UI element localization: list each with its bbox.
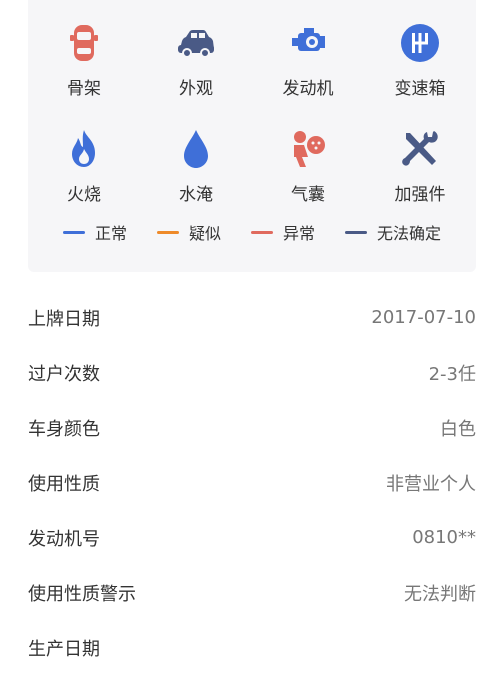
detail-label: 过户次数 xyxy=(28,363,100,385)
fire-icon xyxy=(61,126,107,172)
car-frame-icon xyxy=(61,20,107,66)
inspection-item-reinforcement[interactable]: 加强件 xyxy=(364,120,476,212)
water-drop-icon xyxy=(173,126,219,172)
inspection-item-label: 火烧 xyxy=(67,185,101,205)
inspection-item-label: 水淹 xyxy=(179,185,213,205)
detail-label: 使用性质 xyxy=(28,473,100,495)
detail-value: 2017-07-10 xyxy=(371,307,476,328)
legend-item-normal: 正常 xyxy=(62,220,127,244)
detail-value: 非营业个人 xyxy=(386,473,476,495)
inspection-item-frame[interactable]: 骨架 xyxy=(28,14,140,106)
legend-label: 无法确定 xyxy=(377,224,442,243)
detail-label: 车身颜色 xyxy=(28,418,100,440)
inspection-item-label: 变速箱 xyxy=(394,79,446,99)
inspection-item-airbag[interactable]: 气囊 xyxy=(252,120,364,212)
inspection-item-flood[interactable]: 水淹 xyxy=(140,120,252,212)
inspection-item-exterior[interactable]: 外观 xyxy=(140,14,252,106)
detail-label: 生产日期 xyxy=(28,638,100,660)
detail-value: 2-3任 xyxy=(428,363,476,385)
legend-line-suspected xyxy=(156,230,179,234)
detail-value: 0810** xyxy=(412,527,476,548)
detail-row-transfer-count: 过户次数 2-3任 xyxy=(28,345,476,400)
car-exterior-icon xyxy=(173,20,219,66)
inspection-item-label: 骨架 xyxy=(67,79,101,99)
detail-row-usage-type: 使用性质 非营业个人 xyxy=(28,455,476,510)
detail-row-usage-warning: 使用性质警示 无法判断 xyxy=(28,565,476,620)
detail-value: 无法判断 xyxy=(404,583,476,605)
inspection-item-label: 加强件 xyxy=(394,185,446,205)
detail-row-body-color: 车身颜色 白色 xyxy=(28,400,476,455)
legend-item-abnormal: 异常 xyxy=(251,220,315,244)
tools-icon xyxy=(397,126,443,172)
inspection-item-label: 气囊 xyxy=(291,185,325,205)
legend-item-suspected: 疑似 xyxy=(156,220,221,244)
inspection-grid: 骨架 外观 发动机 变速箱 火烧 水淹 气囊 加强件 xyxy=(28,14,476,212)
legend-label: 正常 xyxy=(94,224,127,243)
legend-label: 疑似 xyxy=(188,224,221,243)
legend-line-normal xyxy=(62,230,85,234)
gearbox-icon xyxy=(397,20,443,66)
inspection-item-gearbox[interactable]: 变速箱 xyxy=(364,14,476,106)
inspection-item-fire[interactable]: 火烧 xyxy=(28,120,140,212)
detail-label: 使用性质警示 xyxy=(28,583,136,605)
status-legend: 正常 疑似 异常 无法确定 xyxy=(28,220,476,244)
inspection-panel: 骨架 外观 发动机 变速箱 火烧 水淹 气囊 加强件 正常 疑似 异常 无法确定 xyxy=(28,0,476,272)
legend-item-undetermined: 无法确定 xyxy=(345,220,441,244)
detail-label: 上牌日期 xyxy=(28,308,100,330)
detail-row-engine-number: 发动机号 0810** xyxy=(28,510,476,565)
airbag-icon xyxy=(285,126,331,172)
inspection-item-label: 发动机 xyxy=(282,79,334,99)
legend-label: 异常 xyxy=(283,224,316,243)
legend-line-abnormal xyxy=(251,230,273,234)
vehicle-details: 上牌日期 2017-07-10 过户次数 2-3任 车身颜色 白色 使用性质 非… xyxy=(28,290,476,675)
engine-icon xyxy=(285,20,331,66)
detail-value: 白色 xyxy=(440,418,476,440)
detail-label: 发动机号 xyxy=(28,528,100,550)
legend-line-undetermined xyxy=(345,230,368,234)
detail-row-registration-date: 上牌日期 2017-07-10 xyxy=(28,290,476,345)
inspection-item-label: 外观 xyxy=(179,79,213,99)
inspection-item-engine[interactable]: 发动机 xyxy=(252,14,364,106)
